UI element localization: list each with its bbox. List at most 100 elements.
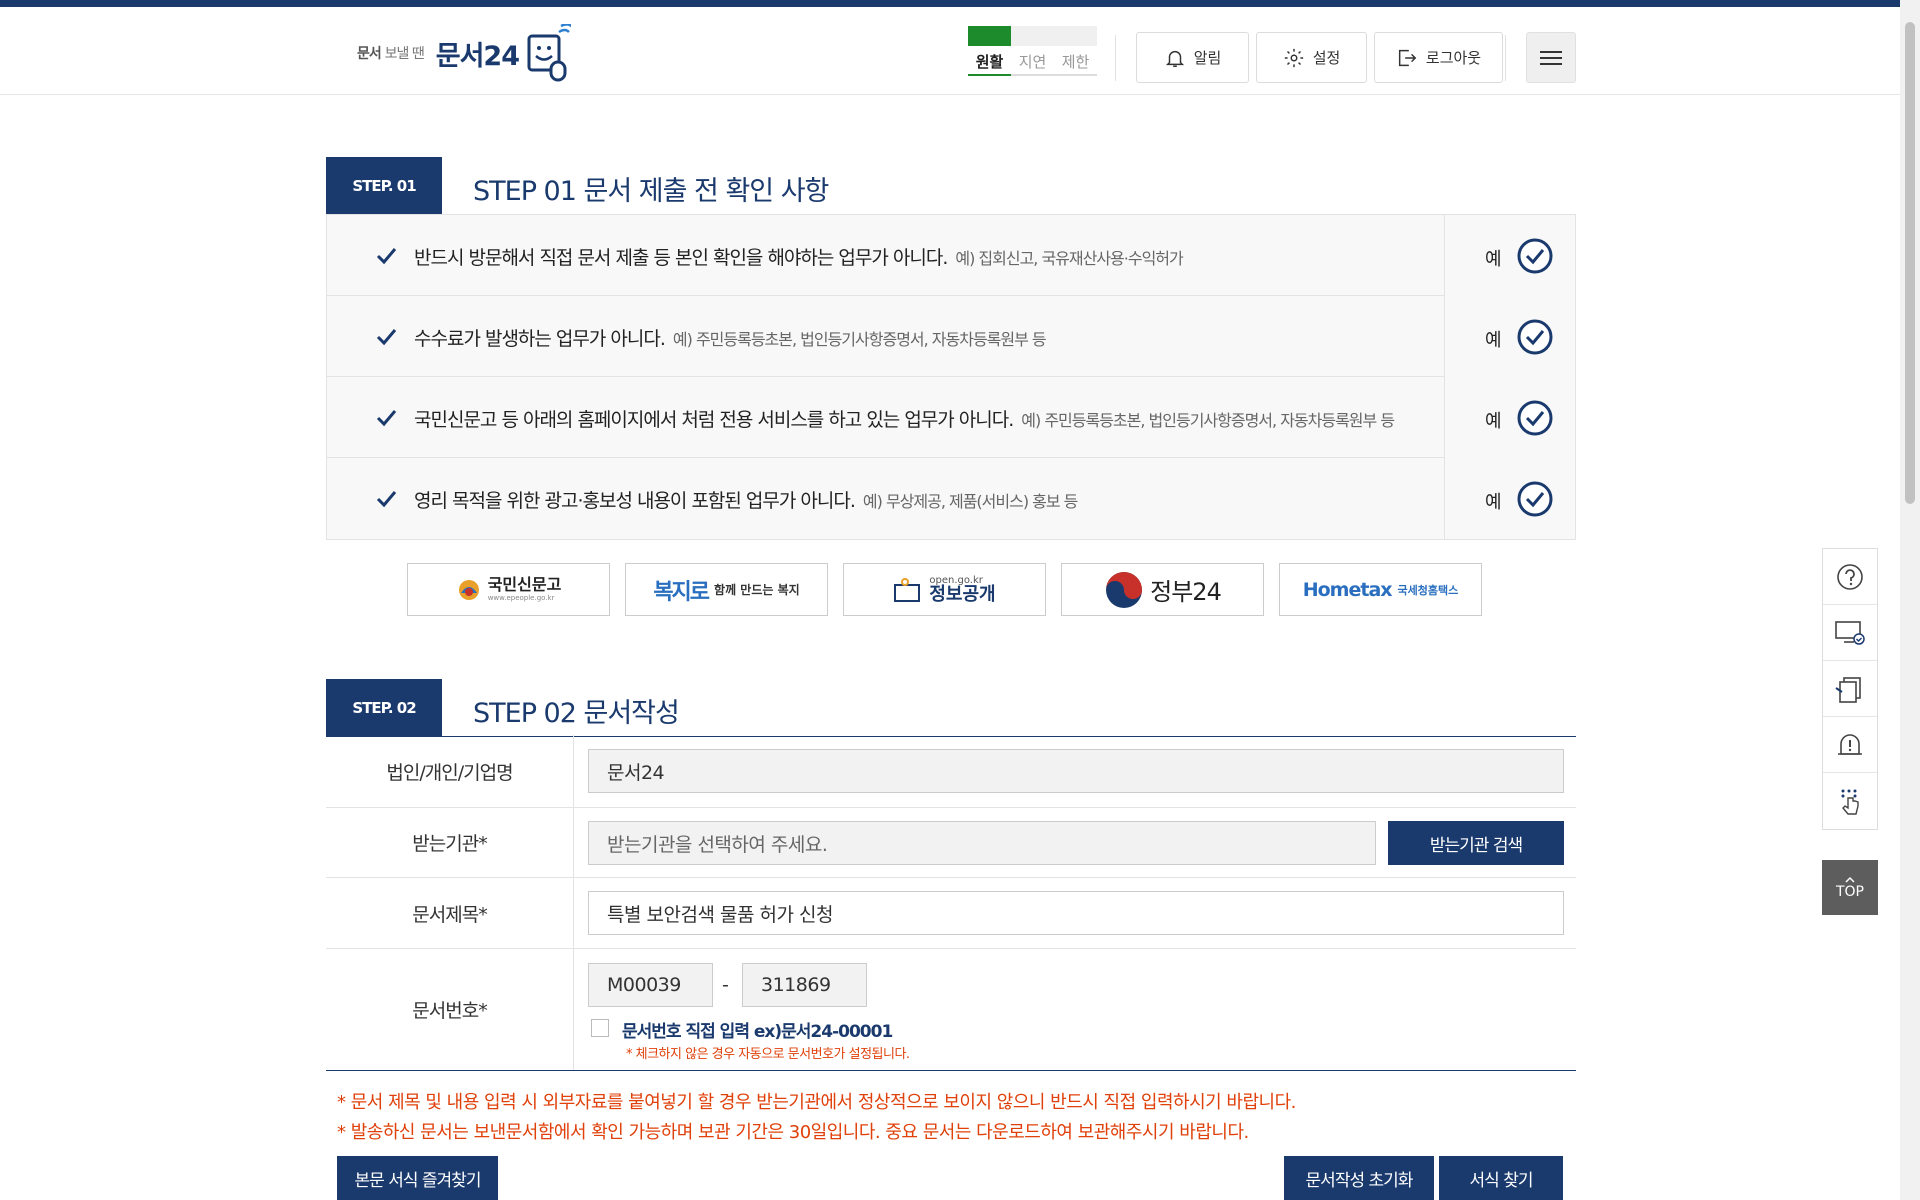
step2-title: STEP 02 문서작성 — [473, 698, 680, 729]
check-icon — [376, 491, 397, 508]
logout-icon — [1398, 49, 1417, 66]
taegeuk-icon — [1106, 571, 1143, 608]
step1-tag: STEP. 01 — [326, 157, 442, 215]
banner-hometax[interactable]: Hometax 국세청홈택스 — [1279, 563, 1482, 616]
traffic-status: 원활 지연 제한 — [968, 26, 1098, 76]
docnum-suffix-field[interactable]: 311869 — [742, 963, 867, 1007]
divider — [1115, 35, 1116, 81]
checklist-answer[interactable]: 예 — [1444, 377, 1575, 458]
checklist-item: 국민신문고 등 아래의 홈페이지에서 처럼 전용 서비스를 하고 있는 업무가 … — [327, 377, 1575, 458]
check-circle-icon[interactable] — [1516, 237, 1554, 275]
document-form: 법인/개인/기업명 문서24 받는기관* 받는기관을 선택하여 주세요. 받는기… — [326, 735, 1576, 1071]
gear-icon — [1284, 48, 1303, 67]
document-viewer-button[interactable] — [1823, 661, 1877, 717]
reset-form-button[interactable]: 문서작성 초기화 — [1284, 1156, 1434, 1200]
notice-text: * 발송하신 문서는 보낸문서함에서 확인 가능하며 보관 기간은 30일입니다… — [337, 1122, 1249, 1143]
logo-name: 문서24 — [435, 40, 520, 72]
notice-text: * 문서 제목 및 내용 입력 시 외부자료를 붙여넣기 할 경우 받는기관에서… — [337, 1092, 1296, 1113]
banner-opengov[interactable]: open.go.kr 정보공개 — [843, 563, 1046, 616]
check-circle-icon[interactable] — [1516, 318, 1554, 356]
form-row-org: 법인/개인/기업명 문서24 — [326, 735, 1576, 808]
menu-button[interactable] — [1526, 32, 1576, 83]
check-icon — [376, 329, 397, 346]
form-row-subject: 문서제목* 특별 보안검색 물품 허가 신청 — [326, 878, 1576, 949]
docnum-label: 문서번호* — [326, 949, 574, 1070]
yes-label: 예 — [1485, 492, 1502, 513]
form-row-docnum: 문서번호* M00039 - 311869 문서번호 직접 입력 ex)문서24… — [326, 949, 1576, 1071]
yes-label: 예 — [1485, 330, 1502, 351]
check-circle-icon[interactable] — [1516, 399, 1554, 437]
remote-support-button[interactable] — [1823, 605, 1877, 661]
page-scrollbar[interactable] — [1900, 0, 1920, 1200]
banner-gov24[interactable]: 정부24 — [1061, 563, 1264, 616]
subject-label: 문서제목* — [326, 878, 574, 948]
check-icon — [376, 410, 397, 427]
traffic-status-limit: 제한 — [1054, 26, 1097, 76]
docnum-prefix-field[interactable]: M00039 — [588, 963, 713, 1007]
alert-bell-icon — [1838, 733, 1862, 755]
receiver-field[interactable]: 받는기관을 선택하여 주세요. — [588, 821, 1376, 865]
help-button[interactable] — [1823, 549, 1877, 605]
docnum-separator: - — [722, 974, 729, 996]
monitor-check-icon — [1835, 620, 1865, 645]
site-logo[interactable]: 문서 보낼 땐 문서24 — [357, 17, 571, 89]
yes-label: 예 — [1485, 249, 1502, 270]
checklist-text: 영리 목적을 위한 광고·홍보성 내용이 포함된 업무가 아니다. — [414, 490, 856, 512]
checklist-answer[interactable]: 예 — [1444, 458, 1575, 539]
checklist-example: 예) 무상제공, 제품(서비스) 홍보 등 — [862, 492, 1079, 511]
gov24-name: 정부24 — [1150, 578, 1222, 606]
yes-label: 예 — [1485, 411, 1502, 432]
check-icon — [376, 248, 397, 265]
divider — [1505, 35, 1506, 81]
touch-keypad-button[interactable] — [1823, 773, 1877, 829]
banner-epeople[interactable]: 국민신문고 www.epeople.go.kr — [407, 563, 610, 616]
org-field[interactable]: 문서24 — [588, 749, 1564, 793]
checklist-item: 반드시 방문해서 직접 문서 제출 등 본인 확인을 해야하는 업무가 아니다.… — [327, 215, 1575, 296]
step1-title: STEP 01 문서 제출 전 확인 사항 — [473, 176, 829, 207]
checklist-item: 수수료가 발생하는 업무가 아니다. 예) 주민등록등초본, 법인등기사항증명서,… — [327, 296, 1575, 377]
logo-tagline: 보낼 땐 — [384, 46, 425, 62]
settings-button[interactable]: 설정 — [1256, 32, 1367, 83]
find-form-button[interactable]: 서식 찾기 — [1439, 1156, 1563, 1200]
chevron-up-icon — [1845, 876, 1855, 883]
logo-mascot-icon — [527, 24, 571, 82]
alarm-button[interactable]: 알림 — [1136, 32, 1249, 83]
direct-input-checkbox[interactable] — [591, 1019, 609, 1037]
checklist-answer[interactable]: 예 — [1444, 296, 1575, 377]
checklist-text: 수수료가 발생하는 업무가 아니다. — [414, 328, 666, 350]
scroll-top-label: TOP — [1835, 883, 1864, 900]
checklist-example: 예) 주민등록등초본, 법인등기사항증명서, 자동차등록원부 등 — [1021, 411, 1395, 430]
top-accent-bar — [0, 0, 1920, 7]
epeople-url: www.epeople.go.kr — [487, 594, 555, 602]
bokjiro-name: 복지로 — [653, 579, 710, 605]
receiver-search-button[interactable]: 받는기관 검색 — [1388, 821, 1564, 865]
traffic-status-delay: 지연 — [1011, 26, 1054, 76]
org-label: 법인/개인/기업명 — [326, 735, 574, 807]
opengov-name: 정보공개 — [929, 583, 996, 605]
scrollbar-thumb[interactable] — [1905, 22, 1915, 504]
epeople-name: 국민신문고 — [487, 575, 562, 594]
subject-field[interactable]: 특별 보안검색 물품 허가 신청 — [588, 891, 1564, 935]
quick-menu — [1822, 548, 1878, 830]
hometax-name: Hometax — [1302, 578, 1393, 601]
check-circle-icon[interactable] — [1516, 480, 1554, 518]
site-header: 문서 보낼 땐 문서24 원활 지연 제한 알림 설정 로그아웃 — [0, 7, 1900, 95]
checklist-answer[interactable]: 예 — [1444, 215, 1575, 296]
traffic-status-smooth: 원활 — [968, 26, 1011, 76]
step2-tag: STEP. 02 — [326, 679, 442, 737]
favorite-form-button[interactable]: 본문 서식 즐겨찾기 — [337, 1156, 498, 1200]
notification-button[interactable] — [1823, 717, 1877, 773]
banner-bokjiro[interactable]: 복지로 함께 만드는 복지 — [625, 563, 828, 616]
form-row-receiver: 받는기관* 받는기관을 선택하여 주세요. 받는기관 검색 — [326, 808, 1576, 878]
direct-input-label[interactable]: 문서번호 직접 입력 ex)문서24-00001 — [622, 1017, 893, 1042]
hamburger-icon — [1540, 50, 1562, 65]
checklist-example: 예) 주민등록등초본, 법인등기사항증명서, 자동차등록원부 등 — [672, 330, 1047, 349]
step1-header: STEP. 01 STEP 01 문서 제출 전 확인 사항 — [326, 157, 1576, 215]
hand-pointer-icon — [1841, 789, 1859, 815]
question-icon — [1837, 563, 1863, 590]
scroll-top-button[interactable]: TOP — [1822, 860, 1878, 915]
logout-button[interactable]: 로그아웃 — [1374, 32, 1503, 83]
documents-icon — [1835, 676, 1861, 703]
checklist-example: 예) 집회신고, 국유재산사용·수익허가 — [955, 249, 1183, 268]
epeople-logo-icon — [458, 579, 479, 600]
